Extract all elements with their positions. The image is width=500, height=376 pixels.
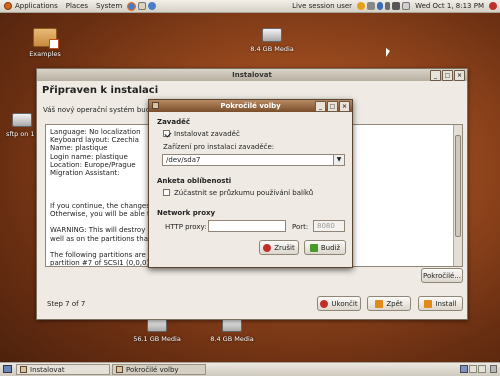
trash-icon[interactable] [490,365,497,373]
bottom-panel: Instalovat Pokročilé volby [0,362,500,376]
dialog-app-icon [152,102,159,109]
page-title: Připraven k instalaci [42,85,159,96]
places-menu[interactable]: Places [62,0,92,12]
port-label: Port: [292,223,309,231]
cancel-icon [263,243,272,252]
session-user-label[interactable]: Live session user [288,0,356,12]
dialog-minimize-button[interactable]: _ [315,101,326,112]
dialog-task-icon [116,366,123,373]
proxy-heading: Network proxy [157,209,216,217]
top-panel: Applications Places System Live session … [0,0,500,13]
minimize-button[interactable]: _ [430,70,441,81]
desktop-icon-examples[interactable]: Examples [22,28,68,58]
dialog-close-button[interactable]: × [339,101,350,112]
device-label: Zařízení pro instalaci zavaděče: [163,143,275,151]
power-icon[interactable] [489,2,497,10]
advanced-options-dialog: Pokročilé volby _ □ × Zavaděč Instalovat… [148,99,353,268]
install-button[interactable]: Install [418,296,463,311]
folder-icon [33,28,59,49]
intro-text: Váš nový operační systém bude n [43,106,162,114]
taskbar-item-label: Pokročilé volby [126,365,179,374]
workspace-2[interactable] [469,365,477,373]
drive-icon [222,318,242,332]
dialog-titlebar[interactable]: Pokročilé volby _ □ × [149,100,352,112]
desktop-icon-media-8gb-2[interactable]: 8.4 GB Media [205,318,259,343]
drive-icon [147,318,167,332]
system-menu[interactable]: System [92,0,126,12]
ok-button[interactable]: Budiž [304,240,346,255]
volume-icon[interactable] [392,2,401,10]
quit-button-label: Ukončit [331,299,358,308]
cancel-button-label: Zrušit [274,243,295,252]
workspace-1[interactable] [460,365,468,373]
installer-task-icon [20,366,27,373]
close-button[interactable]: × [454,70,465,81]
bootloader-device-select[interactable]: /dev/sda7 ▼ [162,154,345,166]
scrollbar-thumb[interactable] [455,135,461,237]
drive-icon [262,28,282,42]
checkmark-icon [163,129,172,138]
device-value: /dev/sda7 [166,156,201,164]
advanced-button[interactable]: Pokročilé... [421,268,463,283]
advanced-button-label: Pokročilé... [422,271,462,280]
survey-checkbox[interactable] [163,189,170,196]
evolution-mail-icon[interactable] [138,2,147,10]
install-button-label: Install [435,299,457,308]
install-bootloader-label[interactable]: Instalovat zavaděč [174,130,240,138]
dialog-title: Pokročilé volby [220,102,281,110]
battery-icon[interactable] [385,2,391,10]
desktop-icon-media-56gb[interactable]: 56.1 GB Media [128,318,186,343]
desktop-icon-label: 8.4 GB Media [210,335,254,343]
cancel-button[interactable]: Zrušit [259,240,299,255]
maximize-button[interactable]: □ [442,70,453,81]
survey-heading: Anketa oblíbenosti [157,177,232,185]
dialog-maximize-button[interactable]: □ [327,101,338,112]
mail-icon[interactable] [402,2,411,10]
show-desktop-icon[interactable] [3,365,12,373]
applications-menu[interactable]: Applications [0,0,62,12]
quit-button[interactable]: Ukončit [317,296,361,311]
bootloader-heading: Zavaděč [157,118,190,126]
desktop-icon-media-8gb[interactable]: 8.4 GB Media [245,28,299,53]
update-notifier-icon[interactable] [357,2,366,10]
help-icon[interactable] [148,2,157,10]
http-proxy-label: HTTP proxy: [165,223,207,231]
survey-label[interactable]: Zúčastnit se průzkumu používání balíků [174,189,313,197]
desktop-icon-sftp[interactable]: sftp on 1 [6,113,38,138]
clock[interactable]: Wed Oct 1, 8:13 PM [411,0,488,12]
workspace-switcher[interactable] [460,365,486,373]
taskbar-item-installer[interactable]: Instalovat [16,364,110,375]
window-title: Instalovat [232,71,272,79]
http-proxy-input[interactable] [208,220,286,232]
desktop-icon-label: sftp on 1 [6,130,35,138]
network-icon[interactable] [367,2,376,10]
summary-scrollbar[interactable] [453,125,462,266]
mouse-cursor-icon [386,48,390,57]
workspace-3[interactable] [478,365,486,373]
port-spinbutton[interactable]: 8080 [313,220,345,232]
install-bootloader-checkbox[interactable] [163,129,172,138]
arrow-left-icon [375,299,384,308]
taskbar-item-advanced-options[interactable]: Pokročilé volby [112,364,206,375]
arrow-right-icon [424,299,433,308]
desktop-icon-label: Examples [29,50,61,58]
taskbar-item-label: Instalovat [30,365,65,374]
installer-titlebar[interactable]: Instalovat _ □ × [37,69,467,81]
back-button-label: Zpět [386,299,403,308]
port-value: 8080 [317,222,335,230]
ok-button-label: Budiž [320,243,341,252]
desktop-icon-label: 8.4 GB Media [250,45,294,53]
applications-label: Applications [15,2,58,10]
bluetooth-icon[interactable] [377,2,384,10]
step-indicator: Step 7 of 7 [47,300,86,308]
network-drive-icon [12,113,32,127]
back-button[interactable]: Zpět [367,296,411,311]
chevron-down-icon[interactable]: ▼ [333,155,344,165]
quit-icon [320,299,329,308]
ok-icon [309,243,318,252]
ubuntu-logo-icon [4,2,12,10]
firefox-icon[interactable] [127,1,137,11]
desktop-icon-label: 56.1 GB Media [133,335,181,343]
